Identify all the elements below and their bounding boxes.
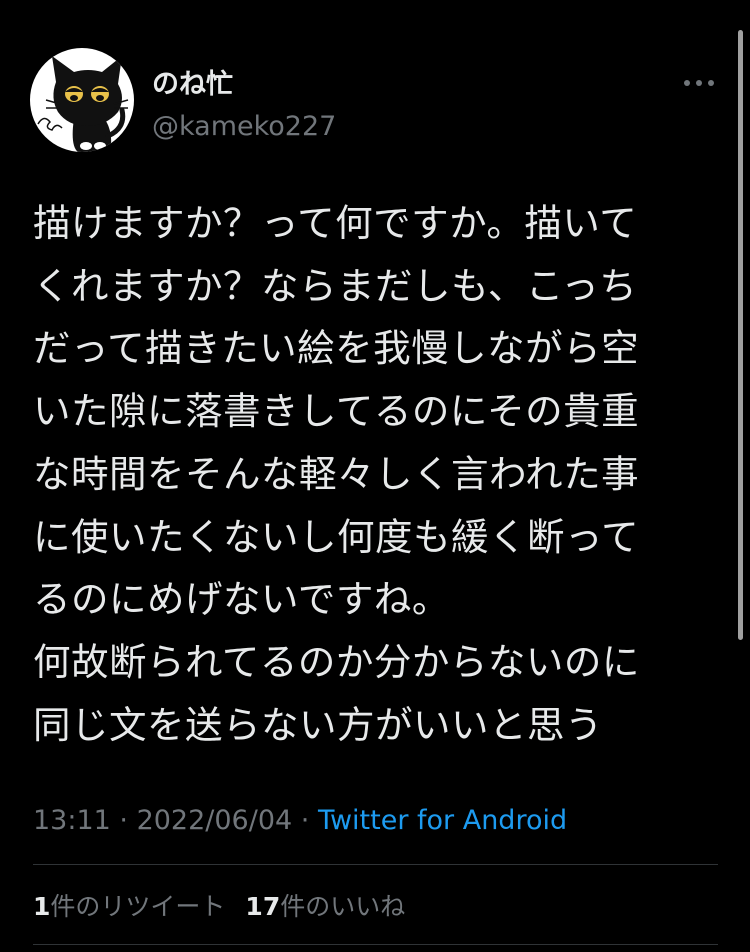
user-names: のね忙 @kameko227 [152, 68, 336, 144]
tweet-text: 描けますか？って何ですか。描いて くれますか？ならまだしも、こっち だって描きた… [33, 201, 640, 747]
display-name[interactable]: のね忙 [152, 68, 336, 102]
retweets-label: 件のリツイート [50, 892, 226, 921]
meta-separator: · [292, 805, 318, 836]
retweets-stat[interactable]: 1件のリツイート [33, 892, 225, 921]
user-handle[interactable]: @kameko227 [152, 110, 336, 144]
tweet-date[interactable]: 2022/06/04 [137, 805, 293, 836]
black-cat-avatar-icon [37, 56, 129, 152]
meta-separator: · [110, 805, 137, 836]
more-options-icon[interactable] [682, 76, 716, 90]
avatar[interactable] [30, 48, 134, 152]
divider [33, 864, 718, 865]
retweets-count: 1 [33, 892, 51, 921]
likes-label: 件のいいね [280, 892, 406, 921]
tweet-header: のね忙 @kameko227 [30, 48, 720, 158]
likes-stat[interactable]: 17件のいいね [245, 892, 405, 921]
tweet-source-link[interactable]: Twitter for Android [318, 805, 567, 836]
divider [33, 944, 718, 945]
scrollbar[interactable] [738, 30, 743, 640]
tweet-stats: 1件のリツイート 17件のいいね [33, 887, 405, 923]
tweet-time: 13:11 [33, 805, 111, 836]
likes-count: 17 [245, 892, 281, 921]
tweet-meta: 13:11 · 2022/06/04 · Twitter for Android [33, 805, 567, 836]
